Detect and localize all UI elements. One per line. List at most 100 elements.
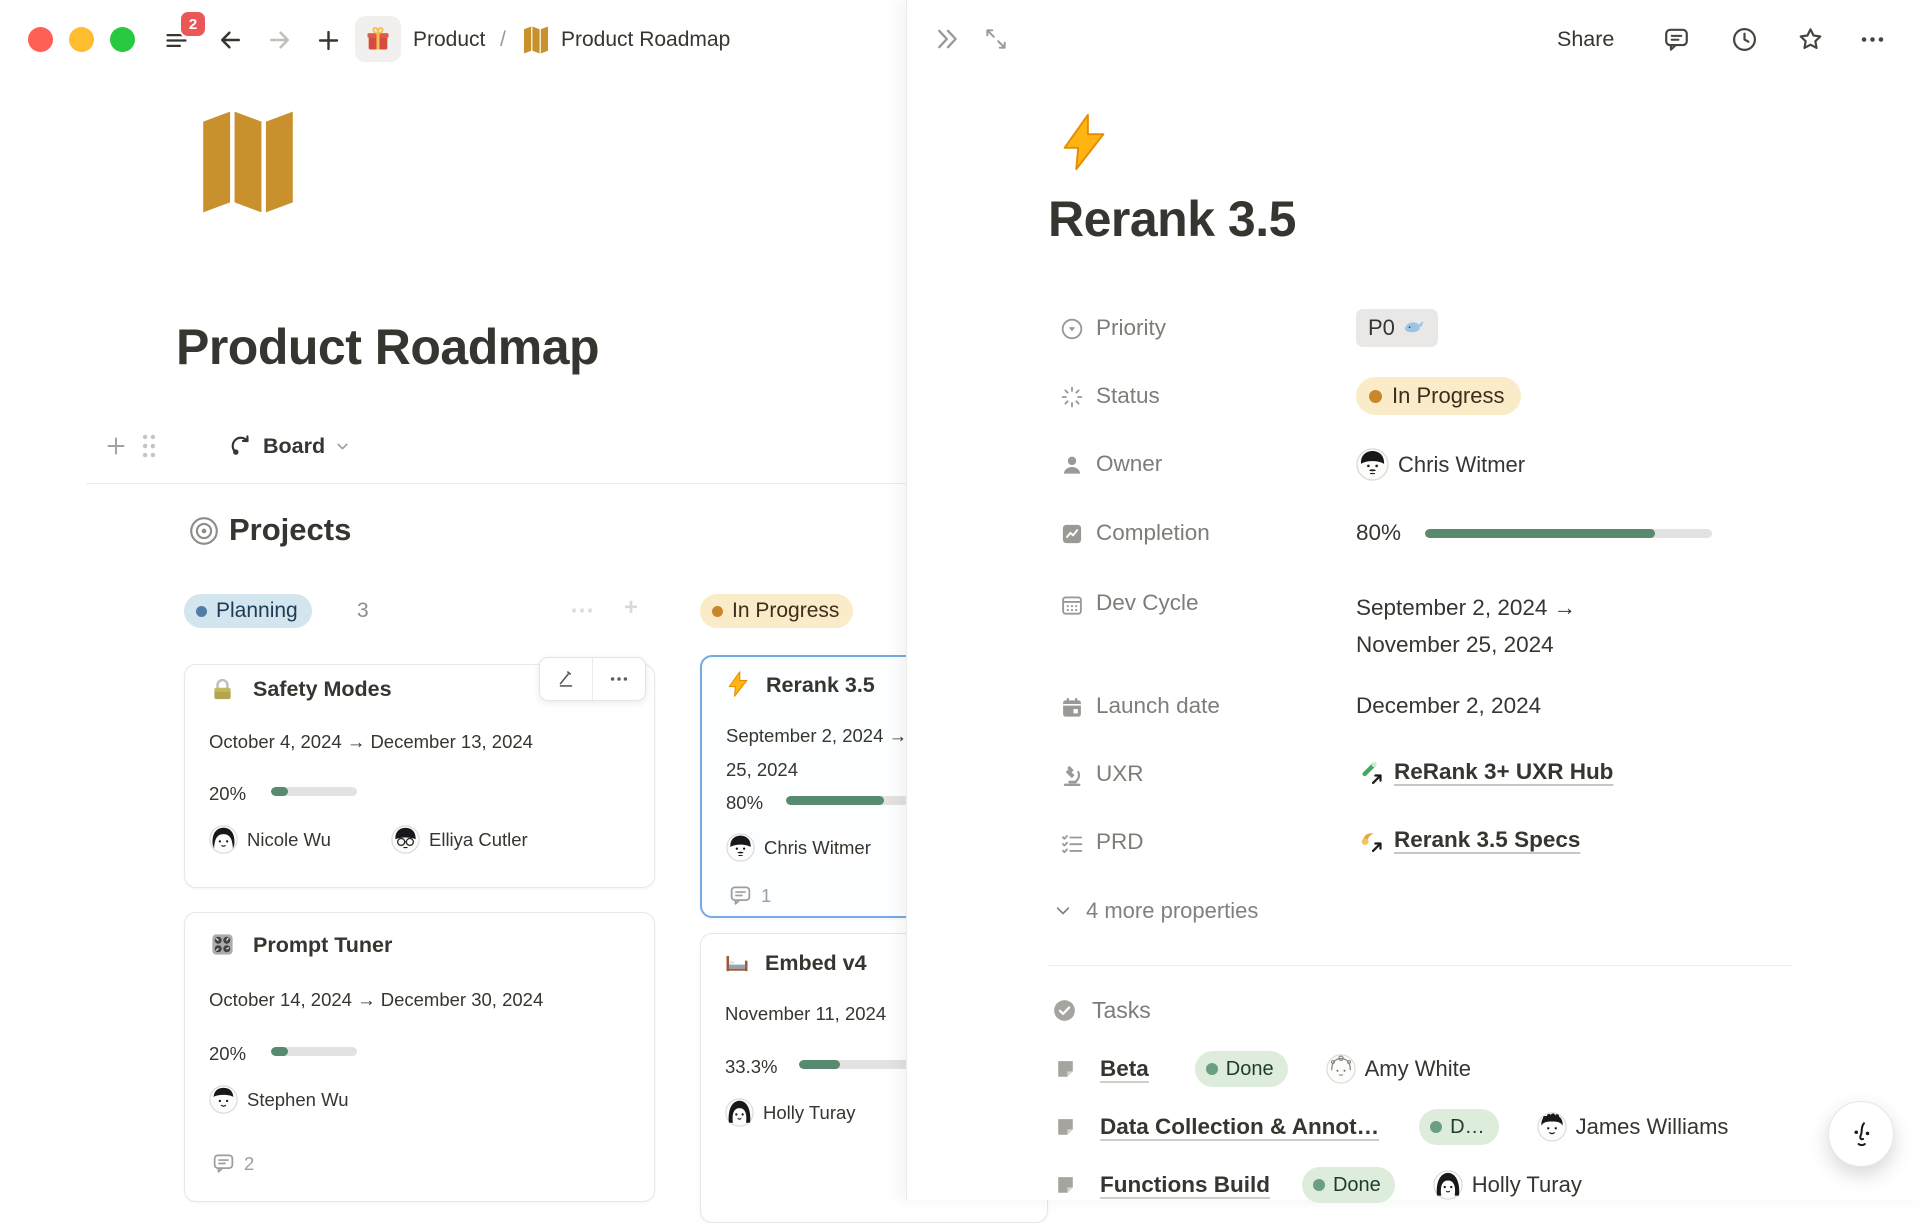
comment-icon xyxy=(1662,25,1691,54)
uxr-link[interactable]: ReRank 3+ UXR Hub xyxy=(1394,759,1613,785)
person-name: Stephen Wu xyxy=(247,1089,348,1111)
double-chevron-right-icon xyxy=(934,25,962,53)
property-value-prd[interactable]: Rerank 3.5 Specs xyxy=(1356,826,1580,860)
back-button[interactable] xyxy=(214,24,246,56)
share-button[interactable]: Share xyxy=(1557,27,1614,52)
minimize-window-button[interactable] xyxy=(69,27,94,52)
column-header-planning[interactable]: Planning xyxy=(184,594,312,628)
column-add-button[interactable]: + xyxy=(624,594,640,622)
owner-name: Chris Witmer xyxy=(1398,452,1525,478)
status-spinner-icon xyxy=(1059,384,1085,410)
task-status-pill[interactable]: Done xyxy=(1302,1167,1395,1203)
view-label: Board xyxy=(263,434,325,459)
close-peek-button[interactable] xyxy=(931,22,965,56)
property-label-prd[interactable]: PRD xyxy=(1096,829,1144,855)
status-pill[interactable]: In Progress xyxy=(1356,377,1521,415)
card-title[interactable]: Prompt Tuner xyxy=(253,933,392,958)
ai-assistant-button[interactable] xyxy=(1828,1101,1894,1167)
task-title[interactable]: Functions Build xyxy=(1100,1172,1270,1198)
person-name: Nicole Wu xyxy=(247,829,331,851)
page-icon xyxy=(1053,1057,1078,1082)
property-value-launch-date[interactable]: December 2, 2024 xyxy=(1356,693,1541,719)
priority-tag[interactable]: P0 xyxy=(1356,309,1438,347)
property-value-status[interactable]: In Progress xyxy=(1356,377,1521,415)
task-title[interactable]: Data Collection & Annot… xyxy=(1100,1114,1379,1140)
card-comments[interactable]: 1 xyxy=(728,883,771,908)
add-block-button[interactable] xyxy=(100,433,132,459)
test-tube-link-icon xyxy=(1356,758,1384,786)
avatar xyxy=(1537,1112,1567,1142)
property-label-status[interactable]: Status xyxy=(1096,383,1160,409)
card-percent: 80% xyxy=(726,792,763,814)
section-title[interactable]: Projects xyxy=(229,512,351,548)
comet-link-icon xyxy=(1356,826,1384,854)
page-icon xyxy=(1053,1115,1078,1140)
expand-page-button[interactable] xyxy=(979,22,1013,56)
more-properties-toggle[interactable]: 4 more properties xyxy=(1053,898,1258,924)
plus-icon xyxy=(314,26,343,55)
property-value-owner[interactable]: Chris Witmer xyxy=(1356,448,1525,481)
lock-icon xyxy=(209,676,236,708)
column-count: 3 xyxy=(357,599,369,623)
card-prompt-tuner[interactable]: Prompt Tuner October 14, 2024 → December… xyxy=(184,912,655,1202)
task-status-pill[interactable]: D… xyxy=(1419,1109,1498,1145)
breadcrumb-separator: / xyxy=(500,27,506,53)
more-options-button[interactable] xyxy=(1855,22,1889,56)
card-date-range: October 4, 2024 → December 13, 2024 xyxy=(209,725,533,759)
expand-diagonal-icon xyxy=(983,26,1009,52)
comments-button[interactable] xyxy=(1659,22,1693,56)
forward-button[interactable] xyxy=(264,24,296,56)
breadcrumb-space-icon-chip[interactable] xyxy=(355,16,401,62)
property-label-dev-cycle[interactable]: Dev Cycle xyxy=(1096,590,1199,616)
tasks-header: Tasks xyxy=(1051,997,1151,1024)
property-value-dev-cycle[interactable]: September 2, 2024 → November 25, 2024 xyxy=(1356,589,1686,663)
chevron-down-icon xyxy=(1053,901,1073,921)
column-more-button[interactable]: ⋯ xyxy=(570,596,596,625)
new-page-button[interactable] xyxy=(312,24,344,56)
maximize-window-button[interactable] xyxy=(110,27,135,52)
property-label-priority[interactable]: Priority xyxy=(1096,315,1166,341)
card-percent: 33.3% xyxy=(725,1056,777,1078)
property-value-priority[interactable]: P0 xyxy=(1356,309,1438,347)
property-label-uxr[interactable]: UXR xyxy=(1096,761,1144,787)
assignee-name: James Williams xyxy=(1576,1114,1729,1140)
prd-link[interactable]: Rerank 3.5 Specs xyxy=(1394,827,1580,853)
property-label-owner[interactable]: Owner xyxy=(1096,451,1162,477)
card-title[interactable]: Rerank 3.5 xyxy=(766,673,875,698)
card-safety-modes[interactable]: Safety Modes October 4, 2024 → December … xyxy=(184,664,655,888)
completion-percent: 80% xyxy=(1356,520,1401,546)
task-status-pill[interactable]: Done xyxy=(1195,1051,1288,1087)
card-title[interactable]: Safety Modes xyxy=(253,677,392,702)
lightning-icon xyxy=(724,670,752,703)
view-switcher[interactable]: Board xyxy=(228,433,351,459)
card-edit-button[interactable] xyxy=(540,658,592,700)
card-comments[interactable]: 2 xyxy=(211,1151,254,1176)
page-title[interactable]: Product Roadmap xyxy=(176,318,599,376)
peek-page-icon[interactable] xyxy=(1053,104,1115,185)
checklist-icon xyxy=(1059,831,1085,857)
property-value-uxr[interactable]: ReRank 3+ UXR Hub xyxy=(1356,758,1613,792)
breadcrumb-page-icon[interactable] xyxy=(521,25,551,60)
card-more-button[interactable] xyxy=(593,658,645,700)
column-header-in-progress[interactable]: In Progress xyxy=(700,594,853,628)
close-window-button[interactable] xyxy=(28,27,53,52)
breadcrumb-space[interactable]: Product xyxy=(413,27,485,53)
breadcrumb-page[interactable]: Product Roadmap xyxy=(561,27,730,53)
peek-page-title[interactable]: Rerank 3.5 xyxy=(1048,190,1296,248)
notification-badge: 2 xyxy=(179,10,207,38)
avatar xyxy=(726,833,755,862)
card-person: Holly Turay xyxy=(725,1098,856,1127)
property-label-completion[interactable]: Completion xyxy=(1096,520,1210,546)
history-button[interactable] xyxy=(1727,22,1761,56)
page-icon[interactable] xyxy=(184,106,312,223)
divider xyxy=(86,483,906,484)
card-hover-toolbar xyxy=(539,657,646,701)
gift-icon xyxy=(364,25,392,53)
person-name: Chris Witmer xyxy=(764,837,871,859)
drag-handle[interactable] xyxy=(132,433,166,459)
task-title[interactable]: Beta xyxy=(1100,1056,1149,1082)
assignee-name: Holly Turay xyxy=(1472,1172,1582,1198)
favorite-button[interactable] xyxy=(1793,22,1827,56)
property-label-launch-date[interactable]: Launch date xyxy=(1096,693,1220,719)
card-title[interactable]: Embed v4 xyxy=(765,951,867,976)
